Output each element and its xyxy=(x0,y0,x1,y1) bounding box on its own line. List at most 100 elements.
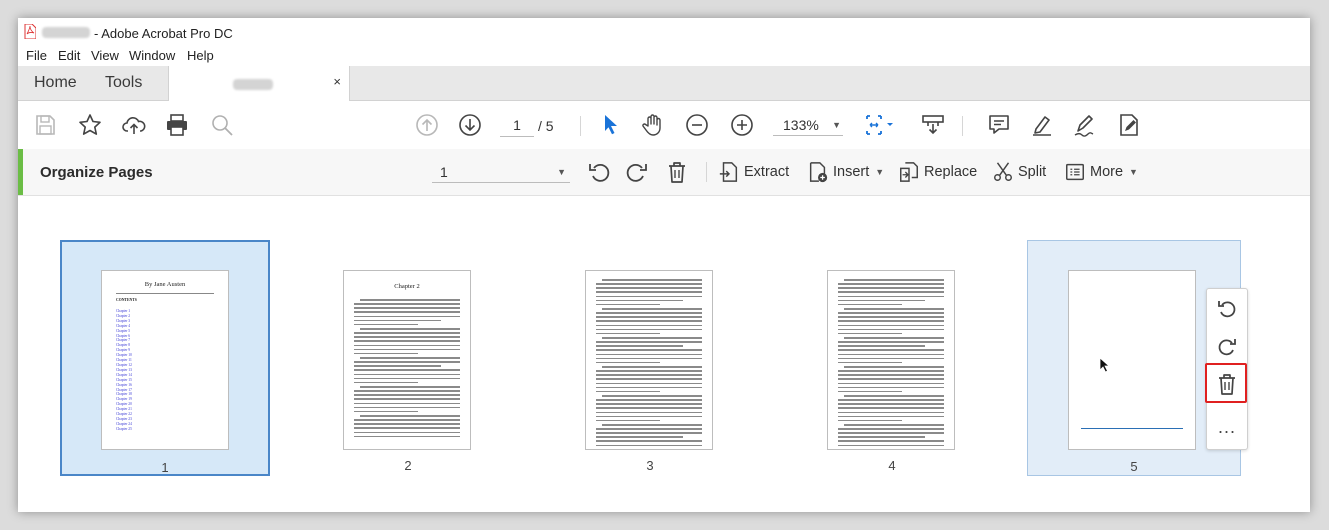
tab-document[interactable]: × xyxy=(168,66,350,101)
fill-sign-icon[interactable] xyxy=(1116,112,1142,138)
hand-icon[interactable] xyxy=(640,112,666,138)
zoom-in-icon[interactable] xyxy=(729,112,755,138)
text-line xyxy=(354,307,460,309)
toc-entry[interactable]: Chapter 5 xyxy=(116,329,132,334)
bookmark-star-icon[interactable] xyxy=(77,112,103,138)
redacted-tab-name xyxy=(233,79,273,90)
text-line xyxy=(596,349,702,351)
text-line xyxy=(360,385,460,388)
toc-entry[interactable]: Chapter 3 xyxy=(116,319,132,324)
page-total: / 5 xyxy=(538,118,554,134)
text-lines xyxy=(838,279,944,449)
toc-entry[interactable]: Chapter 16 xyxy=(116,383,132,388)
text-line xyxy=(844,279,944,281)
replace-page-icon xyxy=(900,162,918,182)
text-line xyxy=(354,315,460,318)
page-thumbnail-1[interactable]: By Jane Austen CONTENTS Chapter 1 Chapter… xyxy=(60,240,270,476)
rotate-left-icon[interactable] xyxy=(1215,297,1239,321)
text-line xyxy=(596,415,702,418)
text-line xyxy=(354,377,460,380)
page-thumbnail-3[interactable]: 3 xyxy=(545,240,755,476)
rotate-left-icon[interactable] xyxy=(587,160,611,184)
close-tab-icon[interactable]: × xyxy=(333,74,341,89)
insert-button[interactable]: Insert ▼ xyxy=(807,160,884,184)
text-line xyxy=(596,403,702,405)
chevron-down-icon: ▼ xyxy=(832,120,841,130)
rotate-right-icon[interactable] xyxy=(1215,335,1239,359)
text-line xyxy=(354,344,460,347)
menu-edit[interactable]: Edit xyxy=(58,48,80,63)
more-button[interactable]: More ▼ xyxy=(1064,160,1138,184)
window-title: - Adobe Acrobat Pro DC xyxy=(94,26,233,41)
menu-view[interactable]: View xyxy=(91,48,119,63)
text-line xyxy=(838,382,944,385)
toc-entry[interactable]: Chapter 25 xyxy=(116,427,132,432)
menu-file[interactable]: File xyxy=(26,48,47,63)
mouse-cursor-icon xyxy=(1099,357,1111,373)
text-line xyxy=(354,406,460,409)
tab-tools[interactable]: Tools xyxy=(105,74,142,92)
page-thumbnail-2[interactable]: Chapter 2 2 xyxy=(303,240,513,476)
more-actions-button[interactable]: ... xyxy=(1207,417,1247,438)
toc-entry[interactable]: Chapter 4 xyxy=(116,324,132,329)
page-down-icon[interactable] xyxy=(457,112,483,138)
split-button[interactable]: Split xyxy=(992,160,1046,184)
heading-rule xyxy=(116,293,214,294)
menu-help[interactable]: Help xyxy=(187,48,214,63)
replace-label: Replace xyxy=(924,164,978,180)
text-line xyxy=(838,303,902,306)
select-cursor-icon[interactable] xyxy=(598,112,624,138)
trash-icon[interactable] xyxy=(665,160,689,184)
text-line xyxy=(596,283,702,285)
acrobat-window: - Adobe Acrobat Pro DC File Edit View Wi… xyxy=(18,18,1310,512)
text-line xyxy=(602,307,702,310)
text-line xyxy=(838,295,944,298)
text-line xyxy=(354,423,460,425)
toc-entry[interactable]: Chapter 14 xyxy=(116,373,132,378)
scroll-mode-icon[interactable] xyxy=(920,112,946,138)
text-line xyxy=(596,295,702,298)
text-line xyxy=(354,332,460,334)
menu-window[interactable]: Window xyxy=(129,48,175,63)
text-line xyxy=(838,374,944,376)
tab-home[interactable]: Home xyxy=(34,74,77,92)
text-line xyxy=(838,349,944,351)
print-icon[interactable] xyxy=(164,112,190,138)
fit-page-icon[interactable] xyxy=(863,112,899,138)
search-zoom-icon[interactable] xyxy=(209,112,235,138)
save-icon[interactable] xyxy=(32,112,58,138)
text-line xyxy=(596,382,702,385)
page-thumbnail-4[interactable]: 4 xyxy=(787,240,997,476)
text-line xyxy=(354,340,460,342)
text-line xyxy=(354,311,460,314)
page-range-value: 1 xyxy=(440,164,448,180)
rotate-right-icon[interactable] xyxy=(625,160,649,184)
text-line xyxy=(838,332,902,335)
text-line xyxy=(838,428,944,430)
extract-icon xyxy=(719,162,738,182)
redacted-document-name xyxy=(42,27,90,38)
text-line xyxy=(596,316,702,318)
text-line xyxy=(596,332,660,335)
extract-button[interactable]: Extract xyxy=(718,160,789,184)
replace-button[interactable]: Replace xyxy=(898,160,977,184)
page-number-input[interactable]: 1 xyxy=(500,114,534,137)
zoom-out-icon[interactable] xyxy=(684,112,710,138)
text-line xyxy=(838,432,944,434)
text-line xyxy=(838,399,944,401)
sign-icon[interactable] xyxy=(1072,112,1098,138)
text-line xyxy=(360,327,460,330)
page-up-icon[interactable] xyxy=(414,112,440,138)
tab-strip: Home Tools × xyxy=(18,66,1310,101)
upload-cloud-icon[interactable] xyxy=(121,112,147,138)
page-footer-line xyxy=(1081,428,1183,429)
comment-icon[interactable] xyxy=(986,112,1012,138)
text-line xyxy=(354,348,460,351)
highlight-icon[interactable] xyxy=(1029,112,1055,138)
toc-entry[interactable]: Chapter 15 xyxy=(116,378,132,383)
zoom-level: 133% xyxy=(783,117,819,133)
page-range-select[interactable]: 1 ▼ xyxy=(432,161,570,183)
zoom-level-select[interactable]: 133% ▼ xyxy=(773,114,843,136)
text-line xyxy=(360,356,460,359)
page-hover-actions: ... xyxy=(1205,288,1248,450)
